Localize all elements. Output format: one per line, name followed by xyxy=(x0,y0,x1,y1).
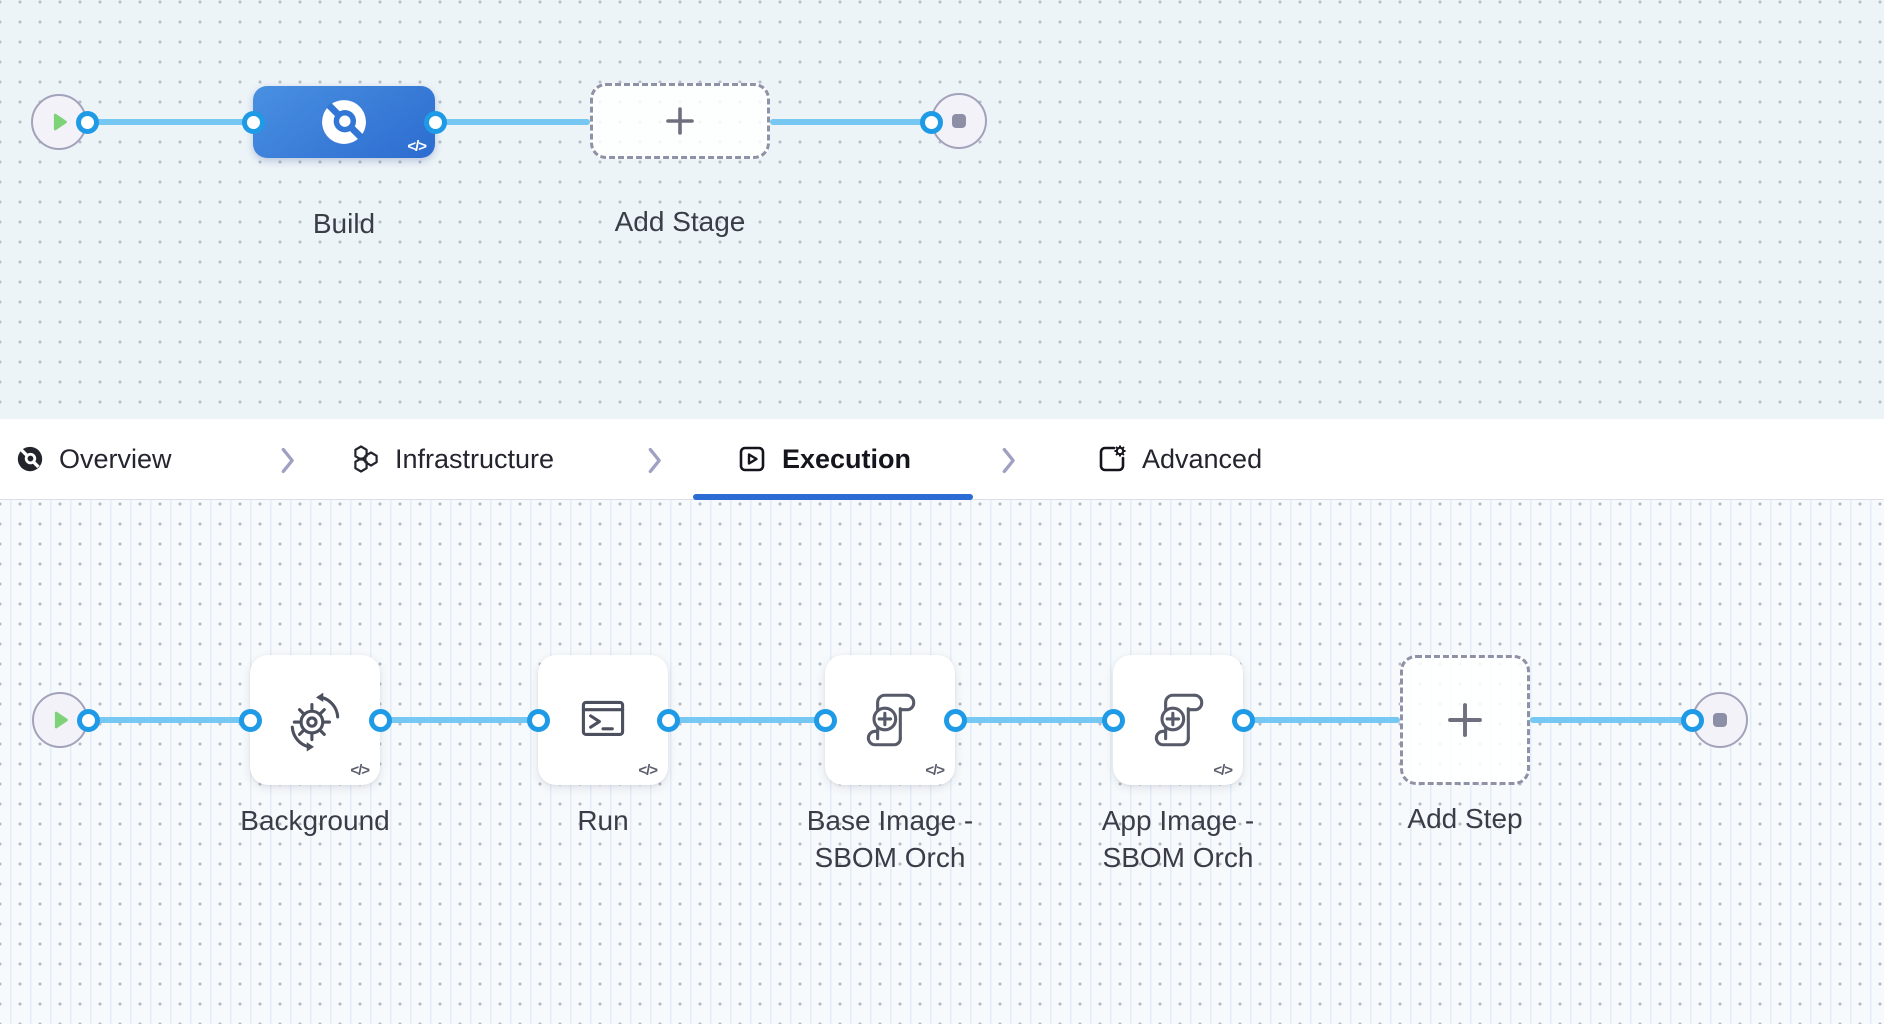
step-node-background[interactable]: </> xyxy=(250,655,380,785)
port[interactable] xyxy=(1102,709,1125,732)
scroll-plus-icon xyxy=(857,687,923,753)
scroll-plus-icon xyxy=(1145,687,1211,753)
port[interactable] xyxy=(1681,709,1704,732)
port[interactable] xyxy=(239,709,262,732)
edge-build-to-addstage xyxy=(435,119,590,125)
edge-addstage-to-end xyxy=(770,119,931,125)
play-square-icon xyxy=(736,443,768,475)
add-stage-button[interactable] xyxy=(590,83,770,159)
chevron-right-icon xyxy=(280,447,296,474)
stage-config-tabbar: Overview Infrastructure Execution Advanc… xyxy=(0,419,1884,500)
tab-infrastructure-label: Infrastructure xyxy=(395,443,555,474)
tab-overview[interactable]: Overview xyxy=(15,419,172,499)
tab-execution[interactable]: Execution xyxy=(736,419,911,499)
step-node-run[interactable]: </> xyxy=(538,655,668,785)
edge xyxy=(1530,717,1692,723)
chevron-right-icon xyxy=(1001,447,1017,474)
add-step-button[interactable] xyxy=(1400,655,1530,785)
plus-icon xyxy=(660,101,700,141)
code-icon: </> xyxy=(1213,762,1233,779)
port[interactable] xyxy=(657,709,680,732)
port[interactable] xyxy=(76,111,99,134)
tab-advanced-label: Advanced xyxy=(1142,443,1263,474)
edge xyxy=(380,717,538,723)
tab-advanced[interactable]: Advanced xyxy=(1096,419,1262,499)
port[interactable] xyxy=(369,709,392,732)
chevron-right-icon xyxy=(647,447,663,474)
port[interactable] xyxy=(1232,709,1255,732)
edge xyxy=(88,717,250,723)
edge-start-to-build xyxy=(87,119,253,125)
play-icon xyxy=(46,109,72,135)
active-tab-indicator xyxy=(693,494,973,500)
tab-infrastructure[interactable]: Infrastructure xyxy=(349,419,554,499)
step-node-app-image-sbom[interactable]: </> xyxy=(1113,655,1243,785)
step-label: Background xyxy=(240,805,390,836)
code-icon: </> xyxy=(407,138,427,155)
step-label: App Image - SBOM Orch xyxy=(1101,805,1255,873)
ci-overview-icon xyxy=(15,444,45,474)
stage-canvas: </> Build Add Stage xyxy=(0,0,1884,419)
step-label: Base Image - SBOM Orch xyxy=(806,805,974,873)
gear-sync-icon xyxy=(282,687,348,753)
port[interactable] xyxy=(77,709,100,732)
execution-canvas: </> </> </> </> Background Run Base Imag… xyxy=(0,500,1884,1024)
add-stage-label: Add Stage xyxy=(614,206,746,237)
play-icon xyxy=(47,707,73,733)
edge xyxy=(955,717,1113,723)
stage-node-build[interactable]: </> xyxy=(253,86,435,158)
add-step-label: Add Step xyxy=(1407,803,1523,834)
terminal-icon xyxy=(570,687,636,753)
code-icon: </> xyxy=(638,762,658,779)
tab-overview-label: Overview xyxy=(59,443,172,474)
plus-icon xyxy=(1442,697,1488,743)
tab-execution-label: Execution xyxy=(782,443,912,474)
code-icon: </> xyxy=(350,762,370,779)
ci-build-icon xyxy=(317,95,371,149)
stage-label: Build xyxy=(312,208,376,239)
stop-icon xyxy=(947,109,971,133)
port[interactable] xyxy=(814,709,837,732)
port[interactable] xyxy=(424,111,447,134)
step-node-base-image-sbom[interactable]: </> xyxy=(825,655,955,785)
stop-icon xyxy=(1708,708,1732,732)
edge xyxy=(1243,717,1400,723)
port[interactable] xyxy=(527,709,550,732)
settings-box-icon xyxy=(1096,443,1128,475)
hexagons-icon xyxy=(349,443,381,475)
port[interactable] xyxy=(920,111,943,134)
code-icon: </> xyxy=(925,762,945,779)
step-label: Run xyxy=(577,805,629,836)
edge xyxy=(668,717,825,723)
port[interactable] xyxy=(242,111,265,134)
port[interactable] xyxy=(944,709,967,732)
